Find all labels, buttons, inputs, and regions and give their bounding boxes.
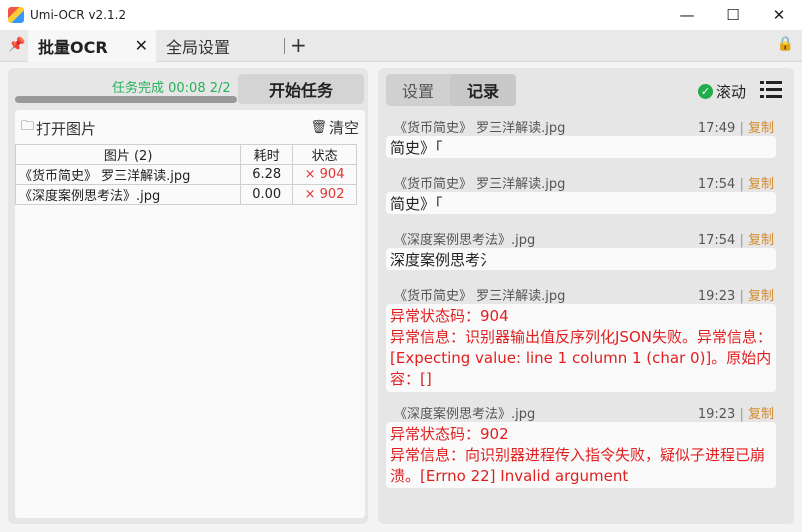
copy-button[interactable]: 复制: [748, 121, 774, 136]
tab-bar: 📌 批量OCR ✕ 全局设置 + 🔒: [0, 30, 802, 62]
menu-icon[interactable]: [760, 80, 782, 100]
column-header[interactable]: 图片 (2): [14, 144, 242, 165]
progress-bar: [15, 96, 237, 103]
table-row[interactable]: 《货币简史》 罗三洋解读.jpg 6.28 × 904: [14, 164, 357, 185]
check-icon: ✓: [698, 84, 713, 99]
scroll-label: 滚动: [716, 83, 747, 101]
cell-status: × 902: [292, 184, 357, 205]
tab-label: 批量OCR: [38, 38, 108, 57]
copy-button[interactable]: 复制: [748, 177, 774, 192]
title-bar: Umi-OCR v2.1.2 — ☐ ✕: [0, 0, 802, 30]
record-text[interactable]: 简史》「: [386, 192, 776, 214]
record-time: 17:54: [697, 177, 736, 192]
cell-time: 0.00: [240, 184, 294, 205]
record-header: 《货币简史》 罗三洋解读.jpg 19:23 | 复制: [394, 289, 774, 304]
record-filename: 《货币简史》 罗三洋解读.jpg: [394, 177, 566, 192]
record-filename: 《深度案例思考法》.jpg: [394, 233, 536, 248]
image-list-panel: 🗀 打开图片 🗑 清空 图片 (2) 耗时 状态 《货币简史》 罗三洋解读.jp…: [14, 110, 365, 518]
batch-panel: 任务完成 00:08 2/2 开始任务 🗀 打开图片 🗑 清空 图片 (2) 耗…: [8, 68, 368, 524]
add-tab-icon[interactable]: +: [290, 33, 307, 57]
record-text[interactable]: 异常状态码：902 异常信息：向识别器进程传入指令失败，疑似子进程已崩溃。[Er…: [386, 422, 776, 488]
window-title: Umi-OCR v2.1.2: [30, 8, 127, 22]
cell-filename: 《货币简史》 罗三洋解读.jpg: [14, 164, 242, 185]
tab-records[interactable]: 记录: [450, 74, 516, 106]
record-text[interactable]: 简史》「: [386, 136, 776, 158]
start-task-button[interactable]: 开始任务: [238, 74, 364, 104]
open-images-label: 打开图片: [36, 119, 97, 138]
window-controls: — ☐ ✕: [664, 0, 802, 30]
pin-icon[interactable]: 📌: [8, 37, 25, 53]
close-button[interactable]: ✕: [756, 0, 802, 30]
cell-filename: 《深度案例思考法》.jpg: [14, 184, 242, 205]
record-header: 《货币简史》 罗三洋解读.jpg 17:49 | 复制: [394, 121, 774, 136]
record-time: 19:23: [697, 407, 736, 422]
cell-status: × 904: [292, 164, 357, 185]
record-text[interactable]: 异常状态码：904 异常信息：识别器输出值反序列化JSON失败。异常信息：[Ex…: [386, 304, 776, 392]
tab-divider: [284, 38, 285, 54]
lock-icon[interactable]: 🔒: [777, 36, 794, 52]
minimize-button[interactable]: —: [664, 0, 710, 30]
folder-icon: 🗀: [21, 119, 35, 134]
table-row[interactable]: 《深度案例思考法》.jpg 0.00 × 902: [14, 184, 357, 205]
image-table: 图片 (2) 耗时 状态 《货币简史》 罗三洋解读.jpg 6.28 × 904…: [14, 144, 357, 205]
record-time: 19:23: [697, 289, 736, 304]
table-header: 图片 (2) 耗时 状态: [14, 144, 357, 165]
trash-icon: 🗑: [310, 120, 327, 135]
clear-button[interactable]: 🗑 清空: [310, 117, 359, 138]
tab-global-settings[interactable]: 全局设置: [158, 30, 284, 62]
copy-button[interactable]: 复制: [748, 289, 774, 304]
column-header[interactable]: 耗时: [240, 144, 294, 165]
tab-batch-ocr[interactable]: 批量OCR ✕: [28, 30, 156, 62]
app-logo-icon: [8, 7, 24, 23]
record-filename: 《货币简史》 罗三洋解读.jpg: [394, 289, 566, 304]
record-header: 《深度案例思考法》.jpg 19:23 | 复制: [394, 407, 774, 422]
record-time: 17:54: [697, 233, 736, 248]
records-panel: 设置 记录 ✓ 滚动 《货币简史》 罗三洋解读.jpg 17:49 | 复制 简…: [378, 68, 794, 524]
auto-scroll-toggle[interactable]: ✓ 滚动: [698, 81, 746, 102]
maximize-button[interactable]: ☐: [710, 0, 756, 30]
column-header[interactable]: 状态: [292, 144, 357, 165]
tab-settings[interactable]: 设置: [386, 74, 450, 106]
record-time: 17:49: [697, 121, 736, 136]
clear-label: 清空: [328, 119, 359, 137]
copy-button[interactable]: 复制: [748, 407, 774, 422]
record-filename: 《深度案例思考法》.jpg: [394, 407, 536, 422]
record-filename: 《货币简史》 罗三洋解读.jpg: [394, 121, 566, 136]
record-text[interactable]: 深度案例思考氵: [386, 248, 776, 270]
record-header: 《货币简史》 罗三洋解读.jpg 17:54 | 复制: [394, 177, 774, 192]
panel-tabs: 设置 记录: [386, 74, 516, 106]
cell-time: 6.28: [240, 164, 294, 185]
close-tab-icon[interactable]: ✕: [135, 36, 148, 55]
record-header: 《深度案例思考法》.jpg 17:54 | 复制: [394, 233, 774, 248]
task-status: 任务完成 00:08 2/2: [112, 81, 231, 96]
tab-label: 全局设置: [166, 38, 231, 57]
open-images-button[interactable]: 🗀 打开图片: [21, 117, 96, 139]
copy-button[interactable]: 复制: [748, 233, 774, 248]
